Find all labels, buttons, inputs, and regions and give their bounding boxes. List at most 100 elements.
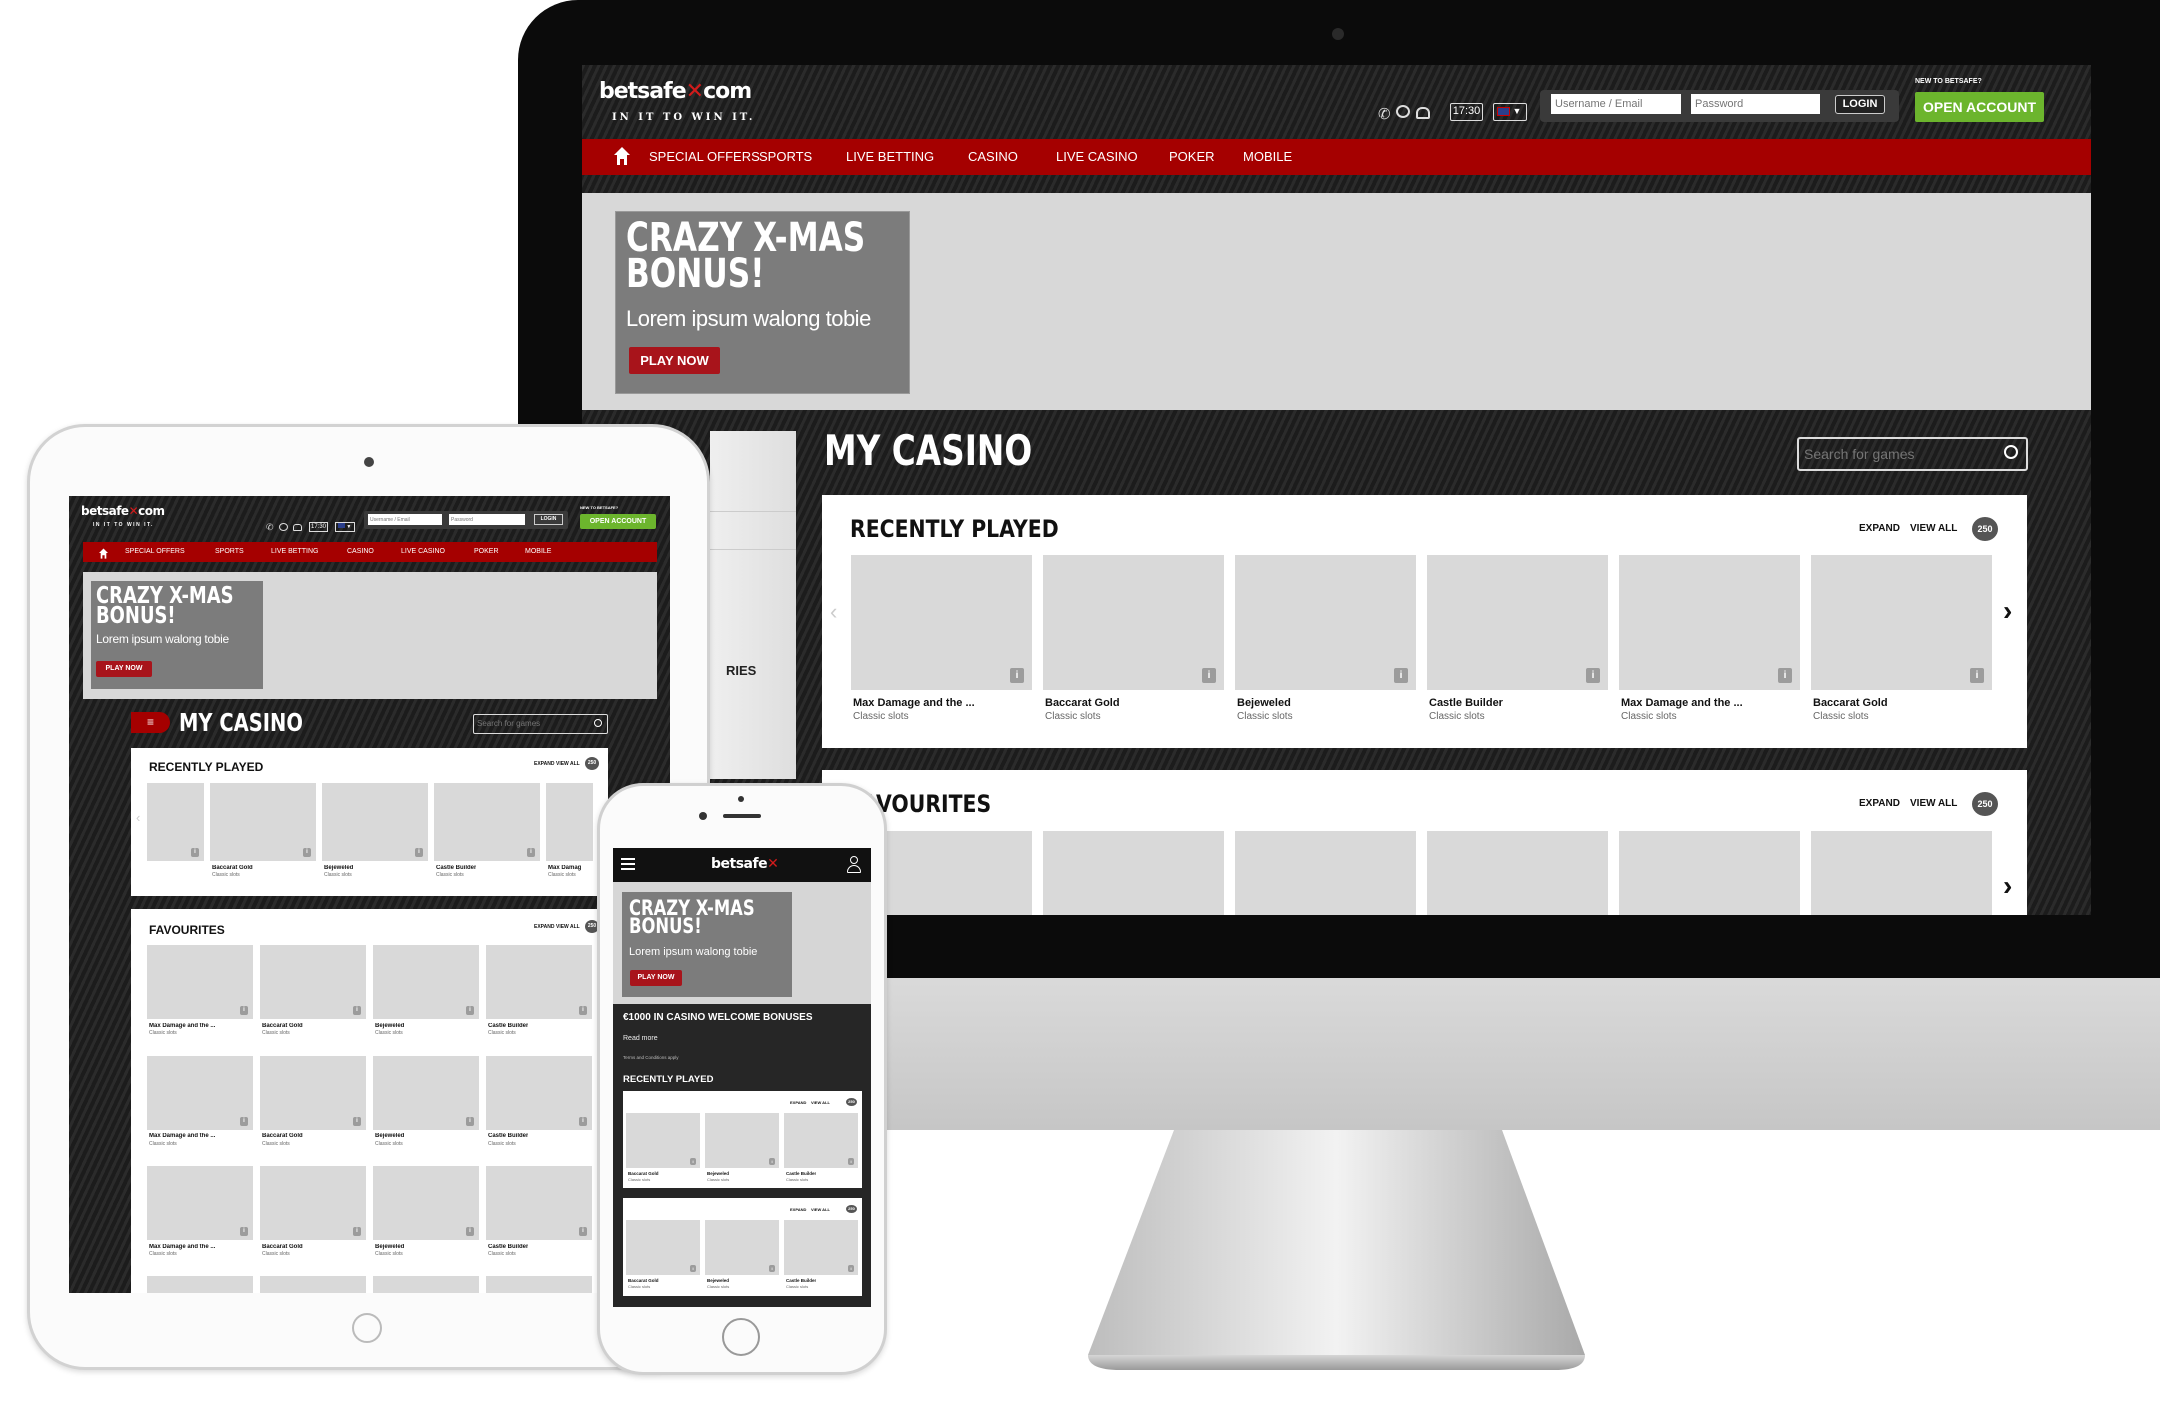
game-tile[interactable]: i xyxy=(373,1276,479,1293)
game-name[interactable]: Castle Builder xyxy=(786,1278,816,1283)
game-name[interactable]: Max Damage and the ... xyxy=(853,697,975,709)
password-input[interactable] xyxy=(449,514,525,525)
game-name[interactable]: Max Damage and the ... xyxy=(149,1244,215,1250)
view-all-link[interactable]: VIEW ALL xyxy=(556,761,580,767)
home-icon[interactable] xyxy=(614,147,630,167)
view-all-link[interactable]: VIEW ALL xyxy=(1910,798,1957,809)
game-name[interactable]: Castle Builder xyxy=(436,865,476,871)
play-now-button[interactable]: PLAY NOW xyxy=(96,661,152,677)
expand-link[interactable]: EXPAND xyxy=(1859,523,1900,534)
game-tile[interactable]: i xyxy=(260,1276,366,1293)
expand-link[interactable]: EXPAND xyxy=(534,924,554,930)
info-icon[interactable]: i xyxy=(690,1158,696,1165)
game-tile[interactable]: i xyxy=(851,555,1032,690)
game-tile[interactable]: i xyxy=(626,1113,700,1168)
language-selector[interactable]: ▼ xyxy=(335,522,355,532)
terms-text[interactable]: Terms and Conditions apply xyxy=(623,1055,679,1060)
game-name[interactable]: Bejeweled xyxy=(707,1171,729,1176)
info-icon[interactable]: i xyxy=(1970,668,1984,683)
open-account-button[interactable]: OPEN ACCOUNT xyxy=(1915,92,2044,122)
game-tile[interactable]: i xyxy=(486,1055,592,1130)
phone-icon[interactable]: ✆ xyxy=(1378,105,1391,123)
nav-live-casino[interactable]: LIVE CASINO xyxy=(401,548,445,555)
nav-poker[interactable]: POKER xyxy=(1169,149,1215,164)
info-icon[interactable]: i xyxy=(303,848,311,857)
nav-poker[interactable]: POKER xyxy=(474,548,499,555)
login-button[interactable]: LOGIN xyxy=(534,514,563,525)
game-tile[interactable]: i xyxy=(705,1113,779,1168)
expand-link[interactable]: EXPAND xyxy=(534,761,554,767)
nav-casino[interactable]: CASINO xyxy=(968,149,1018,164)
nav-special-offers[interactable]: SPECIAL OFFERS xyxy=(649,149,760,164)
chat-icon[interactable] xyxy=(279,523,288,531)
game-name[interactable]: Bejeweled xyxy=(1237,697,1291,709)
game-tile[interactable]: i xyxy=(1427,555,1608,690)
nav-mobile[interactable]: MOBILE xyxy=(1243,149,1292,164)
search-box[interactable] xyxy=(473,714,608,734)
info-icon[interactable]: i xyxy=(240,1227,248,1236)
view-all-link[interactable]: VIEW ALL xyxy=(811,1207,830,1212)
game-name[interactable]: Castle Builder xyxy=(786,1171,816,1176)
info-icon[interactable]: i xyxy=(1586,668,1600,683)
nav-special-offers[interactable]: SPECIAL OFFERS xyxy=(125,548,185,555)
game-tile[interactable] xyxy=(1811,831,1992,915)
play-now-button[interactable]: PLAY NOW xyxy=(630,970,682,986)
tablet-home-button[interactable] xyxy=(352,1313,382,1343)
game-tile[interactable]: i xyxy=(784,1113,858,1168)
game-tile[interactable]: i xyxy=(147,1055,253,1130)
menu-toggle-button[interactable]: ≡ xyxy=(131,712,170,733)
info-icon[interactable]: i xyxy=(353,1116,361,1126)
game-tile[interactable]: i xyxy=(1619,555,1800,690)
game-tile[interactable] xyxy=(1235,831,1416,915)
game-name[interactable]: Baccarat Gold xyxy=(262,1244,303,1250)
sidebar-item-categories[interactable]: RIES xyxy=(726,663,756,678)
game-tile[interactable] xyxy=(1427,831,1608,915)
search-icon[interactable] xyxy=(594,719,602,727)
game-tile[interactable]: i xyxy=(486,945,592,1019)
game-name[interactable]: Castle Builder xyxy=(488,1023,528,1029)
game-tile[interactable]: i xyxy=(373,1166,479,1240)
tablet-logo[interactable]: betsafe✕com xyxy=(81,504,165,518)
game-name[interactable]: Castle Builder xyxy=(488,1244,528,1250)
nav-live-casino[interactable]: LIVE CASINO xyxy=(1056,149,1138,164)
game-tile[interactable]: i xyxy=(784,1220,858,1275)
login-button[interactable]: LOGIN xyxy=(1835,95,1885,114)
phone-icon[interactable]: ✆ xyxy=(266,522,274,533)
info-icon[interactable]: i xyxy=(1778,668,1792,683)
view-all-link[interactable]: VIEW ALL xyxy=(556,924,580,930)
expand-link[interactable]: EXPAND xyxy=(1859,798,1900,809)
hamburger-icon[interactable] xyxy=(621,858,635,870)
game-name[interactable]: Baccarat Gold xyxy=(628,1171,659,1176)
view-all-link[interactable]: VIEW ALL xyxy=(1910,523,1957,534)
mobile-logo[interactable]: betsafe✕ xyxy=(711,856,779,872)
game-name[interactable]: Castle Builder xyxy=(1429,697,1503,709)
nav-mobile[interactable]: MOBILE xyxy=(525,548,551,555)
game-name[interactable]: Castle Builder xyxy=(488,1133,528,1139)
game-tile[interactable]: i xyxy=(147,945,253,1019)
read-more-link[interactable]: Read more xyxy=(623,1035,658,1042)
info-icon[interactable]: i xyxy=(466,1116,474,1126)
info-icon[interactable]: i xyxy=(240,1116,248,1126)
play-now-button[interactable]: PLAY NOW xyxy=(629,347,720,374)
info-icon[interactable]: i xyxy=(466,1227,474,1236)
search-input[interactable] xyxy=(1804,445,1984,463)
game-tile[interactable]: i xyxy=(260,1166,366,1240)
info-icon[interactable]: i xyxy=(848,1158,854,1165)
game-tile[interactable]: i xyxy=(373,945,479,1019)
chevron-right-icon[interactable]: › xyxy=(2003,870,2012,902)
game-tile[interactable]: i xyxy=(1235,555,1416,690)
game-tile[interactable]: i xyxy=(705,1220,779,1275)
game-tile[interactable]: i xyxy=(626,1220,700,1275)
game-tile[interactable]: i xyxy=(210,783,316,861)
chevron-left-icon[interactable]: ‹ xyxy=(136,810,140,825)
game-name[interactable]: Bejeweled xyxy=(375,1244,404,1250)
info-icon[interactable]: i xyxy=(848,1265,854,1272)
game-tile[interactable]: i xyxy=(1811,555,1992,690)
game-tile[interactable]: i xyxy=(1043,555,1224,690)
chevron-left-icon[interactable]: ‹ xyxy=(830,599,837,625)
home-icon[interactable] xyxy=(99,546,108,564)
mail-icon[interactable] xyxy=(293,524,302,531)
game-name[interactable]: Baccarat Gold xyxy=(212,865,253,871)
open-account-button[interactable]: OPEN ACCOUNT xyxy=(580,514,656,529)
game-name[interactable]: Max Damage and the ... xyxy=(149,1133,215,1139)
